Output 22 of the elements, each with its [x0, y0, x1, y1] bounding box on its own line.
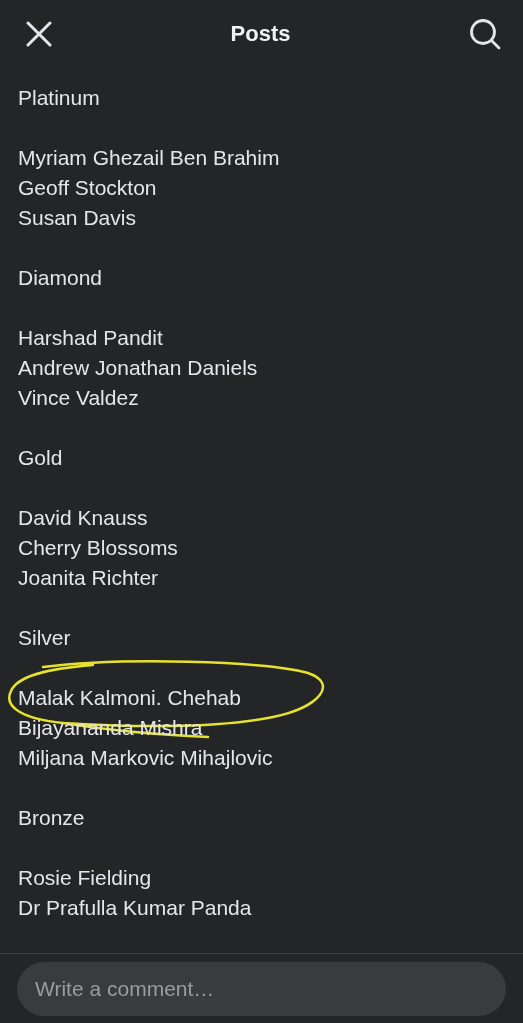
page-title: Posts: [230, 21, 291, 47]
sponsor-name: Geoff Stockton: [18, 175, 157, 201]
tier-heading: Platinum: [18, 85, 100, 111]
sponsor-name: Miljana Markovic Mihajlovic: [18, 745, 273, 771]
tier-heading: Silver: [18, 625, 71, 651]
sponsor-name: Malak Kalmoni. Chehab: [18, 685, 241, 711]
sponsor-name: Myriam Ghezail Ben Brahim: [18, 145, 280, 171]
sponsor-name: Andrew Jonathan Daniels: [18, 355, 258, 381]
sponsor-name: Joanita Richter: [18, 565, 159, 591]
search-icon[interactable]: [469, 18, 501, 50]
tier-heading: Bronze: [18, 805, 85, 831]
sponsor-name: David Knauss: [18, 505, 148, 531]
close-icon[interactable]: [26, 21, 52, 47]
sponsor-name: Vince Valdez: [18, 385, 139, 411]
sponsor-name: Cherry Blossoms: [18, 535, 178, 561]
tier-heading: Diamond: [18, 265, 103, 291]
sponsor-name: Dr Prafulla Kumar Panda: [18, 895, 252, 921]
sponsor-name: Harshad Pandit: [18, 325, 163, 351]
sponsor-name: Susan Davis: [18, 205, 136, 231]
tier-heading: Gold: [18, 445, 63, 471]
sponsor-name: Rosie Fielding: [18, 865, 152, 891]
comment-field[interactable]: Write a comment…: [17, 962, 506, 1016]
